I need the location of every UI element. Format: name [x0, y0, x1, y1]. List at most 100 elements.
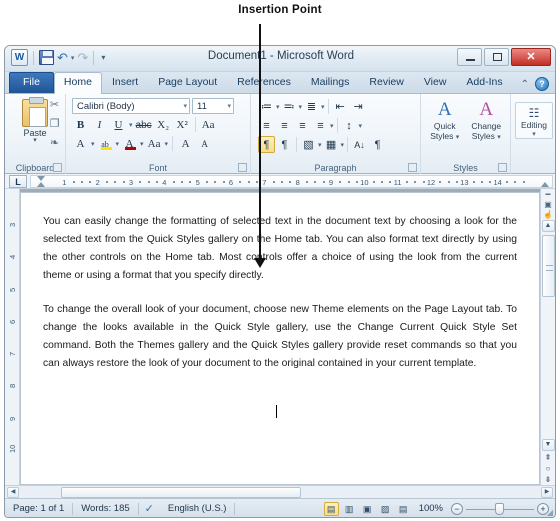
scroll-down-button[interactable]: ▼ [541, 439, 555, 451]
highlight-dropdown-icon[interactable]: ▾ [116, 140, 120, 148]
first-line-indent-marker[interactable] [37, 175, 45, 181]
numbering-dropdown-icon[interactable]: ▾ [299, 103, 303, 111]
change-case-dropdown-icon[interactable]: ▾ [165, 140, 169, 148]
view-outline-button[interactable]: ▨ [378, 502, 393, 516]
restore-button[interactable] [484, 48, 509, 66]
clipboard-dialog-launcher[interactable] [53, 163, 62, 172]
rtl-text-direction-button[interactable]: ¶ [276, 136, 293, 153]
copy-icon[interactable]: ❐ [47, 117, 62, 131]
tab-references[interactable]: References [227, 72, 301, 93]
show-formatting-marks-button[interactable]: ¶ [369, 136, 386, 153]
view-draft-button[interactable]: ▤ [396, 502, 411, 516]
borders-button[interactable]: ▦ [323, 136, 340, 153]
shrink-font-button[interactable]: A [196, 135, 213, 152]
minimize-ribbon-icon[interactable]: ⌃ [521, 79, 529, 90]
underline-button[interactable]: U [110, 116, 127, 133]
ruler-toggle-icon[interactable]: ▣ [544, 200, 552, 209]
scroll-left-button[interactable]: ◀ [7, 486, 19, 498]
align-center-button[interactable]: ≡ [276, 117, 293, 134]
multilevel-list-button[interactable]: ≣ [303, 98, 320, 115]
font-color-dropdown-icon[interactable]: ▾ [140, 140, 144, 148]
vertical-ruler[interactable]: 3 4 5 6 7 8 9 10 [5, 189, 20, 485]
previous-page-icon[interactable]: ⇞ [545, 453, 552, 462]
shading-button[interactable]: ▧ [300, 136, 317, 153]
tab-view[interactable]: View [414, 72, 457, 93]
sort-button[interactable]: A↓ [351, 136, 368, 153]
grow-font-button[interactable]: A [177, 135, 194, 152]
scrollbar-thumb[interactable] [541, 235, 555, 297]
scroll-up-button[interactable]: ▲ [541, 220, 555, 232]
numbering-button[interactable]: ≕ [281, 98, 298, 115]
split-window-icon[interactable]: ━ [546, 190, 551, 199]
change-styles-dropdown-icon[interactable]: ▾ [497, 134, 501, 141]
scroll-right-button[interactable]: ▶ [541, 486, 553, 498]
zoom-slider-handle[interactable] [495, 502, 504, 515]
tab-review[interactable]: Review [359, 72, 413, 93]
paragraph-dialog-launcher[interactable] [408, 163, 417, 172]
cut-icon[interactable]: ✂ [47, 98, 62, 112]
page-status[interactable]: Page: 1 of 1 [5, 503, 72, 514]
horizontal-scroll-thumb[interactable] [61, 486, 301, 498]
right-indent-marker[interactable] [541, 181, 549, 187]
pan-hand-icon[interactable]: ☝ [543, 210, 553, 219]
shading-dropdown-icon[interactable]: ▾ [318, 141, 322, 149]
minimize-button[interactable] [457, 48, 482, 66]
strikethrough-button[interactable]: abc [135, 116, 153, 133]
zoom-out-button[interactable]: − [451, 502, 463, 515]
font-dialog-launcher[interactable] [238, 163, 247, 172]
horizontal-scrollbar[interactable]: ◀ ▶ [5, 485, 555, 498]
font-name-combo[interactable]: Calibri (Body) ▾ [72, 98, 190, 114]
document-page[interactable]: You can easily change the formatting of … [20, 192, 540, 485]
clear-formatting-button[interactable]: Aa [200, 116, 217, 133]
hanging-indent-marker[interactable] [37, 181, 45, 187]
view-full-screen-reading-button[interactable]: ▥ [342, 502, 357, 516]
text-effects-icon[interactable]: A [72, 135, 89, 152]
multilevel-dropdown-icon[interactable]: ▾ [321, 103, 325, 111]
tab-mailings[interactable]: Mailings [301, 72, 360, 93]
justify-dropdown-icon[interactable]: ▾ [330, 122, 334, 130]
close-button[interactable]: ✕ [511, 48, 551, 66]
zoom-level-label[interactable]: 100% [414, 503, 448, 514]
text-effects-dropdown-icon[interactable]: ▾ [91, 140, 95, 148]
tab-insert[interactable]: Insert [102, 72, 148, 93]
line-spacing-dropdown-icon[interactable]: ▾ [359, 122, 363, 130]
horizontal-ruler[interactable]: L 1 2 3 4 5 6 7 8 9 10 11 12 13 14 [5, 174, 555, 189]
quick-styles-dropdown-icon[interactable]: ▾ [456, 134, 460, 141]
help-icon[interactable]: ? [535, 77, 549, 91]
font-size-combo[interactable]: 11 ▾ [192, 98, 234, 114]
select-browse-object-icon[interactable]: ○ [546, 464, 551, 473]
word-count-status[interactable]: Words: 185 [73, 503, 137, 514]
vertical-scrollbar[interactable]: ━ ▣ ☝ ▲ ▼ ⇞ ○ ⇟ [540, 189, 555, 485]
line-spacing-button[interactable]: ↕ [341, 117, 358, 134]
document-text[interactable]: You can easily change the formatting of … [21, 193, 539, 373]
justify-button[interactable]: ≡ [312, 117, 329, 134]
align-right-button[interactable]: ≡ [294, 117, 311, 134]
view-print-layout-button[interactable]: ▤ [323, 501, 339, 516]
subscript-button[interactable]: X₂ [155, 116, 172, 133]
proofing-icon[interactable]: ✓ [139, 502, 160, 515]
font-color-icon[interactable]: A [121, 135, 138, 152]
superscript-button[interactable]: X² [174, 116, 191, 133]
styles-dialog-launcher[interactable] [498, 163, 507, 172]
editing-button[interactable]: ☷ Editing ▾ [515, 102, 553, 139]
language-status[interactable]: English (U.S.) [160, 503, 235, 514]
tab-add-ins[interactable]: Add-Ins [456, 72, 512, 93]
decrease-indent-button[interactable]: ⇤ [332, 98, 349, 115]
resize-grip-icon[interactable]: ◢ [547, 508, 553, 517]
format-painter-icon[interactable]: ❧ [47, 136, 62, 150]
editing-dropdown-icon[interactable]: ▾ [516, 130, 552, 138]
tab-page-layout[interactable]: Page Layout [148, 72, 227, 93]
change-case-button[interactable]: Aa [146, 135, 163, 152]
text-highlight-icon[interactable]: ab [97, 135, 114, 152]
tab-file[interactable]: File [9, 72, 54, 93]
horizontal-scroll-track[interactable] [21, 486, 539, 498]
horizontal-ruler-track[interactable]: 1 2 3 4 5 6 7 8 9 10 11 12 13 14 [30, 174, 553, 188]
tab-selector-button[interactable]: L [9, 174, 27, 188]
view-web-layout-button[interactable]: ▣ [360, 502, 375, 516]
borders-dropdown-icon[interactable]: ▾ [341, 141, 345, 149]
italic-button[interactable]: I [91, 116, 108, 133]
bold-button[interactable]: B [72, 116, 89, 133]
increase-indent-button[interactable]: ⇥ [350, 98, 367, 115]
bullets-dropdown-icon[interactable]: ▾ [276, 103, 280, 111]
zoom-slider[interactable] [466, 502, 534, 515]
